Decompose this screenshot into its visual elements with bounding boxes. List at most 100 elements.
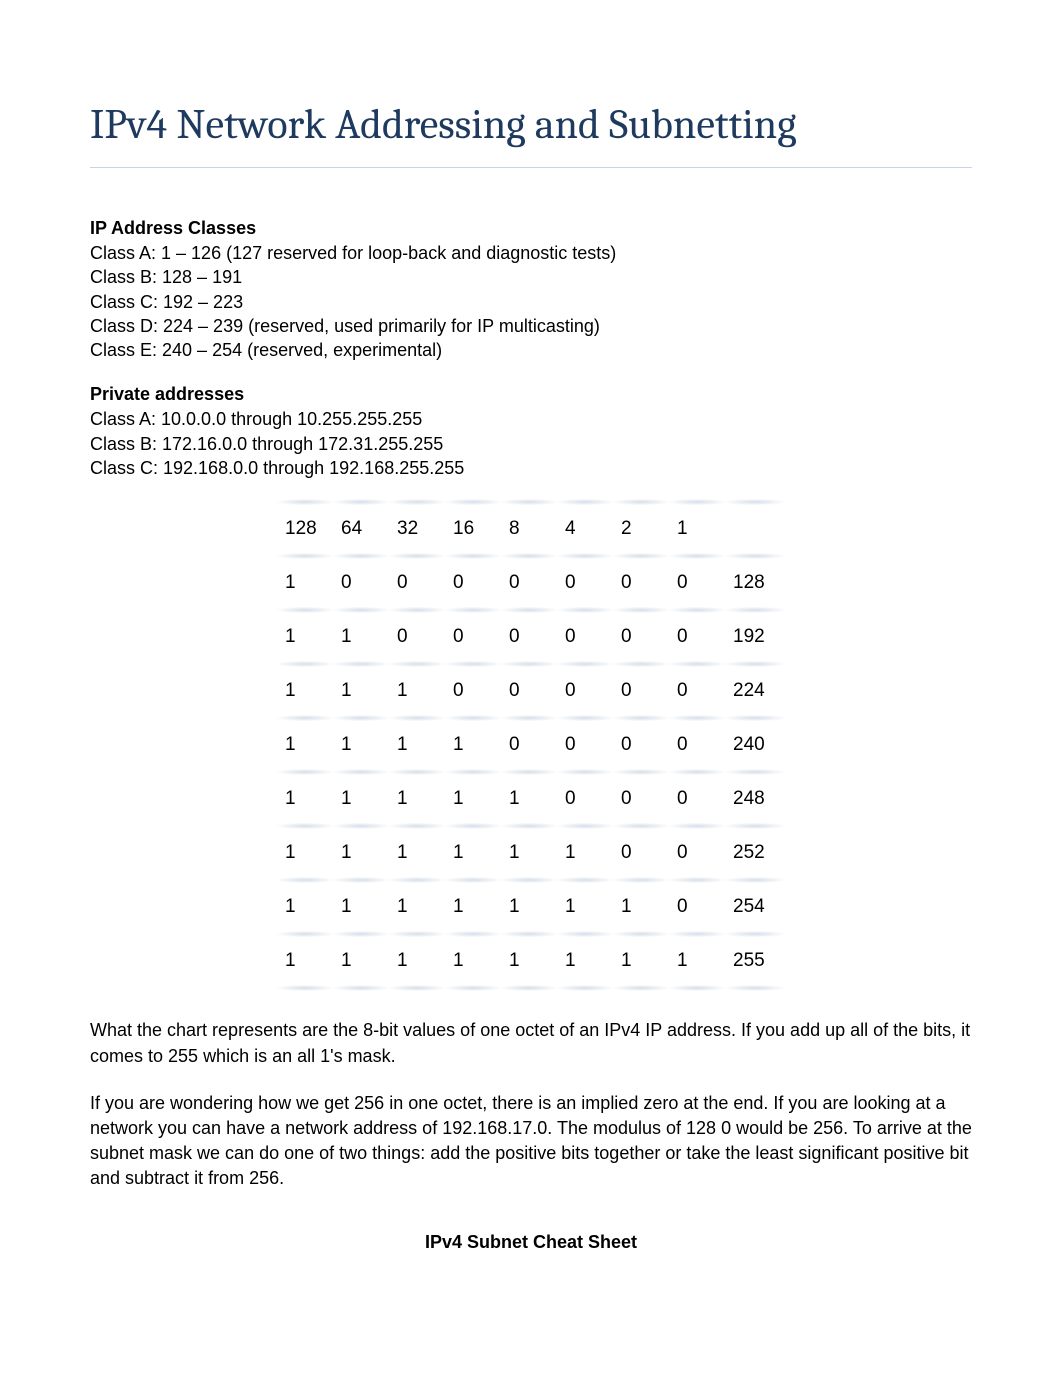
- header-cell: 64: [333, 502, 389, 556]
- bit-cell: 0: [613, 664, 669, 718]
- bit-cell: 1: [333, 718, 389, 772]
- table-row: 1 1 1 1 1 1 1 1 255: [277, 934, 785, 988]
- bit-cell: 0: [557, 772, 613, 826]
- explanation-paragraph-2: If you are wondering how we get 256 in o…: [90, 1091, 972, 1192]
- bit-cell: 1: [445, 772, 501, 826]
- sum-cell: 192: [725, 610, 785, 664]
- bit-cell: 1: [557, 826, 613, 880]
- bit-cell: 1: [445, 826, 501, 880]
- bit-cell: 0: [613, 826, 669, 880]
- table-row: 1 1 1 1 0 0 0 0 240: [277, 718, 785, 772]
- bit-value-table-wrap: 128 64 32 16 8 4 2 1 1 0 0 0 0 0 0 0 128…: [90, 502, 972, 988]
- bit-cell: 1: [333, 934, 389, 988]
- bit-cell: 0: [557, 718, 613, 772]
- bit-cell: 0: [613, 610, 669, 664]
- header-cell: 4: [557, 502, 613, 556]
- bit-cell: 1: [277, 556, 333, 610]
- table-row: 1 1 0 0 0 0 0 0 192: [277, 610, 785, 664]
- bit-cell: 0: [557, 664, 613, 718]
- bit-cell: 0: [557, 610, 613, 664]
- bit-cell: 1: [389, 826, 445, 880]
- bit-cell: 0: [669, 772, 725, 826]
- bit-cell: 1: [557, 880, 613, 934]
- bit-cell: 1: [333, 610, 389, 664]
- bit-value-table: 128 64 32 16 8 4 2 1 1 0 0 0 0 0 0 0 128…: [277, 502, 785, 988]
- header-cell: [725, 502, 785, 556]
- ip-classes-line: Class C: 192 – 223: [90, 290, 972, 314]
- bit-cell: 0: [669, 880, 725, 934]
- header-cell: 2: [613, 502, 669, 556]
- header-cell: 32: [389, 502, 445, 556]
- header-cell: 8: [501, 502, 557, 556]
- bit-cell: 0: [333, 556, 389, 610]
- ip-classes-section: IP Address Classes Class A: 1 – 126 (127…: [90, 218, 972, 362]
- footer-heading: IPv4 Subnet Cheat Sheet: [90, 1232, 972, 1253]
- sum-cell: 248: [725, 772, 785, 826]
- bit-cell: 0: [613, 772, 669, 826]
- bit-cell: 0: [557, 556, 613, 610]
- header-cell: 16: [445, 502, 501, 556]
- bit-cell: 1: [501, 880, 557, 934]
- bit-cell: 0: [669, 718, 725, 772]
- bit-cell: 0: [389, 556, 445, 610]
- table-row: 1 1 1 1 1 1 0 0 252: [277, 826, 785, 880]
- private-line: Class C: 192.168.0.0 through 192.168.255…: [90, 456, 972, 480]
- bit-cell: 0: [445, 556, 501, 610]
- bit-cell: 0: [613, 556, 669, 610]
- bit-cell: 1: [277, 610, 333, 664]
- ip-classes-line: Class E: 240 – 254 (reserved, experiment…: [90, 338, 972, 362]
- sum-cell: 224: [725, 664, 785, 718]
- bit-cell: 0: [669, 556, 725, 610]
- bit-cell: 0: [501, 718, 557, 772]
- ip-classes-heading: IP Address Classes: [90, 218, 972, 239]
- ip-classes-line: Class B: 128 – 191: [90, 265, 972, 289]
- bit-cell: 1: [557, 934, 613, 988]
- private-heading: Private addresses: [90, 384, 972, 405]
- bit-cell: 1: [333, 772, 389, 826]
- ip-classes-line: Class D: 224 – 239 (reserved, used prima…: [90, 314, 972, 338]
- bit-cell: 0: [501, 664, 557, 718]
- sum-cell: 128: [725, 556, 785, 610]
- bit-cell: 1: [613, 880, 669, 934]
- bit-cell: 0: [445, 664, 501, 718]
- bit-cell: 0: [669, 664, 725, 718]
- table-header-row: 128 64 32 16 8 4 2 1: [277, 502, 785, 556]
- sum-cell: 255: [725, 934, 785, 988]
- bit-cell: 0: [501, 556, 557, 610]
- explanation-paragraph-1: What the chart represents are the 8-bit …: [90, 1018, 972, 1068]
- bit-cell: 1: [501, 934, 557, 988]
- bit-cell: 1: [669, 934, 725, 988]
- bit-cell: 1: [389, 880, 445, 934]
- bit-cell: 1: [445, 880, 501, 934]
- bit-cell: 0: [613, 718, 669, 772]
- bit-cell: 1: [333, 826, 389, 880]
- sum-cell: 254: [725, 880, 785, 934]
- bit-cell: 1: [389, 772, 445, 826]
- bit-cell: 0: [389, 610, 445, 664]
- table-row: 1 0 0 0 0 0 0 0 128: [277, 556, 785, 610]
- ip-classes-line: Class A: 1 – 126 (127 reserved for loop-…: [90, 241, 972, 265]
- bit-cell: 1: [389, 718, 445, 772]
- page-title: IPv4 Network Addressing and Subnetting: [90, 100, 972, 168]
- bit-cell: 1: [333, 880, 389, 934]
- bit-cell: 1: [333, 664, 389, 718]
- bit-cell: 1: [277, 880, 333, 934]
- private-line: Class A: 10.0.0.0 through 10.255.255.255: [90, 407, 972, 431]
- bit-cell: 1: [445, 934, 501, 988]
- bit-cell: 0: [501, 610, 557, 664]
- bit-cell: 0: [445, 610, 501, 664]
- bit-cell: 1: [277, 664, 333, 718]
- header-cell: 128: [277, 502, 333, 556]
- bit-cell: 1: [501, 826, 557, 880]
- table-row: 1 1 1 0 0 0 0 0 224: [277, 664, 785, 718]
- bit-cell: 1: [277, 718, 333, 772]
- private-addresses-section: Private addresses Class A: 10.0.0.0 thro…: [90, 384, 972, 480]
- table-row: 1 1 1 1 1 0 0 0 248: [277, 772, 785, 826]
- sum-cell: 240: [725, 718, 785, 772]
- sum-cell: 252: [725, 826, 785, 880]
- bit-cell: 1: [277, 772, 333, 826]
- header-cell: 1: [669, 502, 725, 556]
- bit-cell: 1: [445, 718, 501, 772]
- bit-cell: 1: [389, 664, 445, 718]
- bit-cell: 0: [669, 610, 725, 664]
